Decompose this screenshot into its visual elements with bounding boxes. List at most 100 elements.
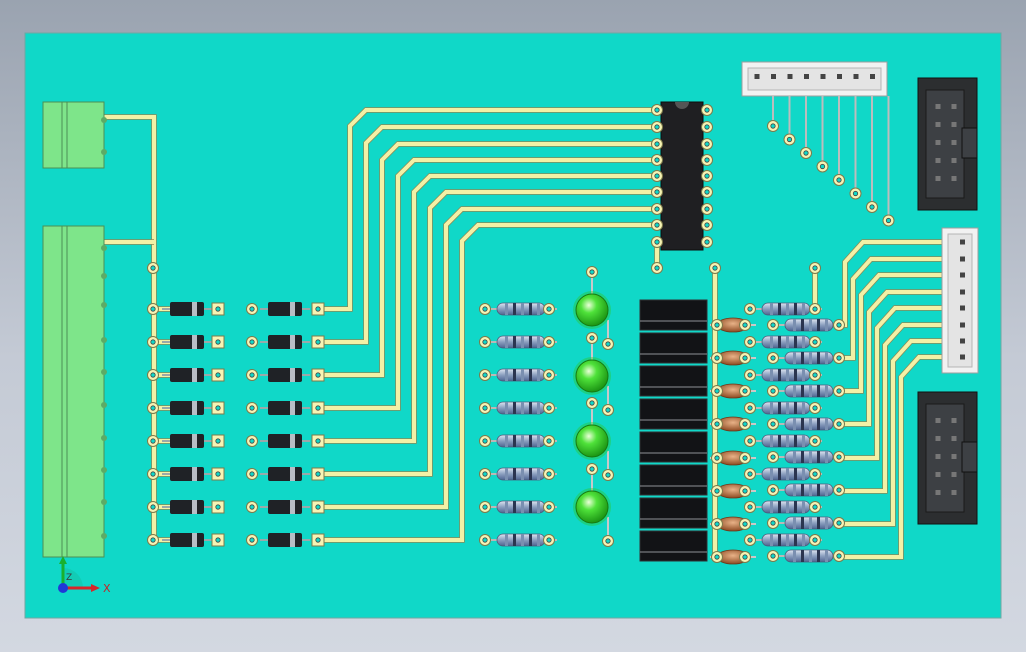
pad-hole (150, 372, 156, 378)
cad-viewport[interactable]: X Z (0, 0, 1026, 652)
resistor-band (786, 369, 789, 381)
axis-x-label: X (103, 582, 111, 595)
pad-hole (482, 339, 488, 345)
diode-band (192, 467, 197, 481)
resistor-band (793, 352, 796, 364)
resistor-band (794, 435, 797, 447)
terminal-screw (101, 402, 107, 408)
resistor-band (770, 369, 773, 381)
idc-pin (951, 122, 957, 127)
resistor-band (778, 303, 781, 315)
idc-pin (951, 418, 957, 423)
relay (639, 299, 708, 331)
header-pin (960, 305, 965, 311)
pad-hole (654, 173, 660, 179)
pad-hole (315, 471, 321, 477)
diode-band (192, 368, 197, 382)
resistor-band (817, 319, 820, 331)
resistor-band (786, 435, 789, 447)
resistor-band (529, 303, 532, 315)
pad-hole (150, 306, 156, 312)
diode-b (268, 368, 302, 382)
diode-band (192, 533, 197, 547)
pad-hole (714, 521, 720, 527)
resistor-band (778, 369, 781, 381)
pad-hole (215, 339, 221, 345)
pad-hole (249, 471, 255, 477)
resistor-band (802, 435, 805, 447)
diode-b (268, 401, 302, 415)
pad-hole (812, 504, 818, 510)
header-pin (820, 74, 826, 79)
pad-hole (654, 157, 660, 163)
pad-hole (315, 438, 321, 444)
pad-hole (482, 306, 488, 312)
pad-hole (249, 339, 255, 345)
pad-hole (836, 520, 842, 526)
pad-hole (605, 407, 611, 413)
idc-key (961, 441, 978, 473)
relay (639, 497, 708, 529)
idc-pin (935, 122, 941, 127)
resistor-band (521, 336, 524, 348)
pad-hole (836, 553, 842, 559)
resistor-band (802, 402, 805, 414)
pad-hole (770, 454, 776, 460)
resistor-band (537, 336, 540, 348)
pad-hole (704, 107, 710, 113)
pad-hole (812, 471, 818, 477)
diode-band (290, 500, 295, 514)
ic-body (660, 101, 704, 251)
diode-b (268, 335, 302, 349)
pad-hole (315, 405, 321, 411)
resistor-band (521, 369, 524, 381)
terminal-block-2pin (42, 101, 107, 169)
pad-hole (315, 504, 321, 510)
pad-hole (714, 455, 720, 461)
pad-hole (714, 421, 720, 427)
diode-b (268, 467, 302, 481)
pad-hole (249, 504, 255, 510)
idc-pin (935, 418, 941, 423)
pad-hole (315, 339, 321, 345)
diode-band (192, 500, 197, 514)
resistor-band (513, 336, 516, 348)
pad-hole (714, 355, 720, 361)
resistor-band (778, 534, 781, 546)
pad-hole (546, 339, 552, 345)
resistor-band (513, 303, 516, 315)
pad-hole (589, 335, 595, 341)
pad-hole (589, 400, 595, 406)
pad-hole (812, 265, 818, 271)
resistor-band (809, 319, 812, 331)
idc-pin (951, 104, 957, 109)
pad-hole (770, 421, 776, 427)
idc-pin (951, 436, 957, 441)
diode-a (170, 434, 204, 448)
pad-hole (654, 189, 660, 195)
resistor-band (786, 303, 789, 315)
resistor-band (793, 451, 796, 463)
resistor-band (793, 484, 796, 496)
resistor-band (537, 369, 540, 381)
pad-hole (249, 306, 255, 312)
resistor-band (521, 468, 524, 480)
idc-pin (951, 490, 957, 495)
resistor-band (529, 468, 532, 480)
pad-hole (654, 141, 660, 147)
pad-hole (819, 163, 826, 170)
resistor-band (802, 501, 805, 513)
resistor-band (817, 451, 820, 463)
pad-hole (714, 488, 720, 494)
diode-band (192, 401, 197, 415)
resistor-band (809, 550, 812, 562)
pad-hole (589, 269, 595, 275)
header-pin (960, 256, 965, 262)
pad-hole (704, 141, 710, 147)
pad-hole (150, 405, 156, 411)
diode-a (170, 500, 204, 514)
resistor-band (513, 369, 516, 381)
resistor-band (786, 402, 789, 414)
resistor-band (778, 468, 781, 480)
resistor-band (801, 550, 804, 562)
